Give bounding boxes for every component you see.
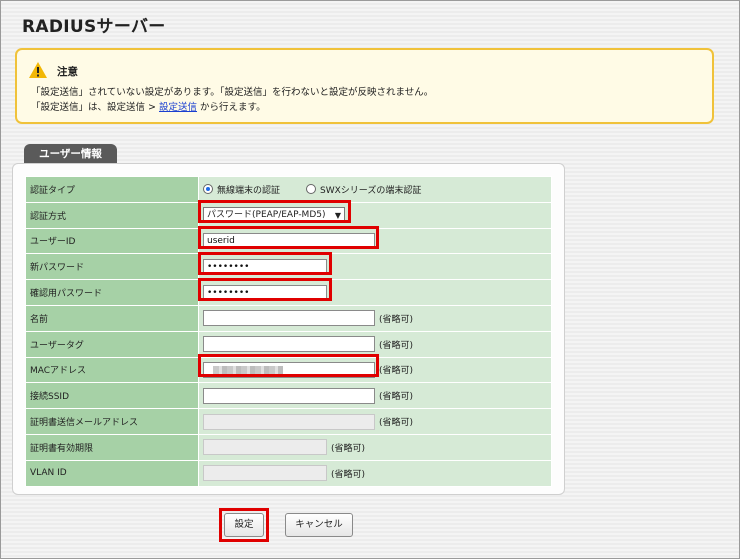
user-id-cell: userid [198, 227, 552, 255]
cert-email-label: 証明書送信メールアドレス [25, 408, 199, 435]
form-row-name: 名前 (省略可) [25, 304, 552, 332]
user-info-form: 認証タイプ 無線端末の認証 SWXシリーズの端末認証 認証方式 パスワード(PEA… [25, 176, 552, 487]
user-info-tab: ユーザー情報 [24, 144, 117, 164]
form-row-user-id: ユーザーID userid [25, 227, 552, 255]
cert-expiry-label: 証明書有効期限 [25, 433, 199, 461]
settings-send-link[interactable]: 設定送信 [159, 102, 197, 113]
cert-email-optional-note: (省略可) [379, 418, 414, 429]
ssid-input[interactable] [203, 387, 375, 404]
auth-type-label: 認証タイプ [25, 176, 199, 203]
auth-type-radio-swx[interactable] [306, 184, 317, 195]
notice-title: 注意 [57, 66, 78, 78]
auth-type-option-wireless: 無線端末の認証 [217, 185, 281, 196]
notice-line-2-tail: から行えます。 [197, 102, 266, 113]
auth-method-label: 認証方式 [25, 201, 199, 229]
cancel-button[interactable]: キャンセル [285, 513, 353, 537]
form-row-confirm-password: 確認用パスワード •••••••• [25, 279, 552, 306]
notice-line-2-text: 「設定送信」は、設定送信 > [31, 102, 159, 113]
auth-type-option-swx: SWXシリーズの端末認証 [320, 185, 422, 196]
name-cell: (省略可) [198, 304, 552, 332]
confirm-password-cell: •••••••• [198, 279, 552, 306]
cert-email-cell: (省略可) [198, 408, 552, 435]
form-row-user-tag: ユーザータグ (省略可) [25, 330, 552, 358]
mac-address-cell: (省略可) [198, 356, 552, 384]
user-tag-input[interactable] [203, 336, 375, 353]
vlan-id-cell: (省略可) [198, 459, 552, 487]
form-row-mac-address: MACアドレス (省略可) [25, 356, 552, 384]
cert-expiry-cell: (省略可) [198, 433, 552, 461]
user-id-input[interactable]: userid [203, 232, 375, 249]
chevron-down-icon: ▼ [334, 211, 341, 221]
vlan-id-optional-note: (省略可) [331, 469, 366, 480]
confirm-password-input[interactable]: •••••••• [203, 284, 327, 301]
auth-type-cell: 無線端末の認証 SWXシリーズの端末認証 [198, 176, 552, 203]
auth-method-value: パスワード(PEAP/EAP-MD5) [207, 210, 326, 221]
form-row-cert-expiry: 証明書有効期限 (省略可) [25, 433, 552, 461]
form-row-auth-method: 認証方式 パスワード(PEAP/EAP-MD5) ▼ [25, 201, 552, 229]
form-row-vlan-id: VLAN ID (省略可) [25, 459, 552, 487]
cert-email-input [203, 413, 375, 430]
new-password-input[interactable]: •••••••• [203, 258, 327, 275]
mac-address-optional-note: (省略可) [379, 366, 414, 377]
new-password-cell: •••••••• [198, 253, 552, 281]
form-row-cert-email: 証明書送信メールアドレス (省略可) [25, 408, 552, 435]
form-row-ssid: 接続SSID (省略可) [25, 382, 552, 410]
auth-method-cell: パスワード(PEAP/EAP-MD5) ▼ [198, 201, 552, 229]
mac-address-blurred-value [213, 365, 283, 376]
new-password-label: 新パスワード [25, 253, 199, 281]
ssid-label: 接続SSID [25, 382, 199, 410]
auth-type-radio-wireless[interactable] [203, 184, 213, 195]
name-optional-note: (省略可) [379, 314, 414, 325]
vlan-id-input [203, 465, 327, 482]
user-tag-label: ユーザータグ [25, 330, 199, 358]
ssid-cell: (省略可) [198, 382, 552, 410]
ssid-optional-note: (省略可) [379, 392, 414, 403]
auth-method-select[interactable]: パスワード(PEAP/EAP-MD5) ▼ [203, 207, 345, 224]
cert-expiry-input [203, 439, 327, 456]
page-title: RADIUSサーバー [22, 17, 166, 37]
vlan-id-label: VLAN ID [25, 459, 199, 487]
name-input[interactable] [203, 310, 375, 327]
cert-expiry-optional-note: (省略可) [331, 443, 366, 454]
user-id-label: ユーザーID [25, 227, 199, 255]
warning-triangle-icon [29, 62, 47, 78]
notice-box: 注意 「設定送信」されていない設定があります。「設定送信」を行わないと設定が反映… [15, 48, 714, 124]
mac-address-label: MACアドレス [25, 356, 199, 384]
form-row-auth-type: 認証タイプ 無線端末の認証 SWXシリーズの端末認証 [25, 176, 552, 203]
confirm-password-label: 確認用パスワード [25, 279, 199, 306]
name-label: 名前 [25, 304, 199, 332]
submit-button[interactable]: 設定 [224, 513, 264, 537]
notice-line-2: 「設定送信」は、設定送信 > 設定送信 から行えます。 [31, 99, 266, 113]
notice-line-1: 「設定送信」されていない設定があります。「設定送信」を行わないと設定が反映されま… [31, 87, 434, 98]
user-tag-cell: (省略可) [198, 330, 552, 358]
user-tag-optional-note: (省略可) [379, 340, 414, 351]
form-row-new-password: 新パスワード •••••••• [25, 253, 552, 281]
